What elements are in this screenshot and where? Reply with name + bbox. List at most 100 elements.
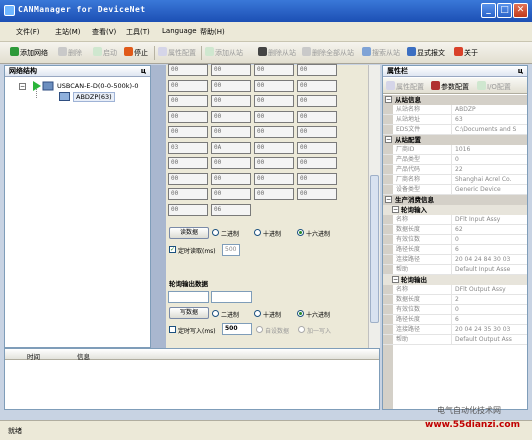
- input-data-cell[interactable]: 00: [254, 64, 294, 76]
- close-button[interactable]: ✕: [513, 3, 528, 18]
- property-row[interactable]: 帮助 Default Output Ass: [383, 335, 527, 345]
- collapse-icon[interactable]: −: [385, 196, 392, 203]
- property-row[interactable]: 厂商名称 Shanghai Acrel Co.: [383, 175, 527, 185]
- input-data-cell[interactable]: 00: [297, 95, 337, 107]
- pin-icon[interactable]: ц: [518, 66, 523, 76]
- minimize-button[interactable]: _: [481, 3, 496, 18]
- input-data-cell[interactable]: 00: [297, 188, 337, 200]
- property-row[interactable]: 厂商ID 1016: [383, 145, 527, 155]
- property-row[interactable]: 路径长度 6: [383, 245, 527, 255]
- property-row[interactable]: 从站名称 ABDZP: [383, 105, 527, 115]
- input-data-cell[interactable]: 00: [168, 79, 208, 92]
- input-data-cell[interactable]: 00: [168, 126, 208, 138]
- scroll-thumb[interactable]: [370, 175, 379, 323]
- input-data-cell[interactable]: 00: [254, 95, 294, 107]
- radio-binary-read[interactable]: [212, 229, 219, 236]
- input-data-cell[interactable]: 00: [211, 126, 251, 138]
- property-row[interactable]: 连接路径 20 04 24 84 30 03: [383, 255, 527, 265]
- property-row[interactable]: 产品类型 0: [383, 155, 527, 165]
- input-data-cell[interactable]: 00: [297, 126, 337, 138]
- radio-binary-write[interactable]: [212, 310, 219, 317]
- menu-view[interactable]: 查看(V): [92, 27, 116, 37]
- tab-param-config[interactable]: 参数配置: [431, 80, 469, 94]
- tab-io-config[interactable]: I/O配置: [477, 80, 511, 94]
- property-row[interactable]: 有效位数 0: [383, 305, 527, 315]
- tab-attr-config[interactable]: 属性配置: [386, 80, 424, 94]
- pin-icon[interactable]: ц: [141, 66, 146, 76]
- input-data-cell[interactable]: 00: [211, 79, 251, 92]
- collapse-icon[interactable]: −: [385, 96, 392, 103]
- property-category[interactable]: 从站配置: [383, 135, 527, 145]
- property-row[interactable]: 产品代码 22: [383, 165, 527, 175]
- input-data-cell[interactable]: 00: [168, 203, 208, 216]
- stop-button[interactable]: 停止: [124, 46, 148, 60]
- delete-button[interactable]: 删除: [58, 46, 82, 60]
- property-row[interactable]: 数据长度 62: [383, 225, 527, 235]
- input-data-cell[interactable]: 00: [297, 141, 337, 154]
- radio-auto-data[interactable]: [256, 326, 263, 333]
- log-col-info[interactable]: 信息: [77, 351, 90, 361]
- input-data-cell[interactable]: 0A: [211, 141, 251, 154]
- radio-hex-write[interactable]: [297, 310, 304, 317]
- input-data-cell[interactable]: 00: [211, 188, 251, 200]
- input-data-cell[interactable]: 00: [211, 64, 251, 76]
- input-data-cell[interactable]: 00: [168, 157, 208, 169]
- input-data-cell[interactable]: 00: [297, 64, 337, 76]
- radio-decimal-read[interactable]: [254, 229, 261, 236]
- property-category[interactable]: 生产消费信息: [383, 195, 527, 205]
- collapse-icon[interactable]: −: [19, 83, 26, 90]
- radio-add-one[interactable]: [298, 326, 305, 333]
- output-data-cell[interactable]: [211, 291, 252, 303]
- collapse-icon[interactable]: −: [392, 276, 399, 283]
- delete-all-slaves-button[interactable]: 删除全部从站: [302, 46, 354, 60]
- add-slave-button[interactable]: 添加从站: [205, 46, 243, 60]
- collapse-icon[interactable]: −: [385, 136, 392, 143]
- property-subcategory[interactable]: 轮询输出: [383, 275, 527, 285]
- property-row[interactable]: EDS文件 C:\Documents and S: [383, 125, 527, 135]
- attr-config-button[interactable]: 属性配置: [158, 46, 196, 60]
- input-data-cell[interactable]: 00: [254, 188, 294, 200]
- input-data-cell[interactable]: 00: [168, 172, 208, 185]
- property-subcategory[interactable]: 轮询输入: [383, 205, 527, 215]
- property-row[interactable]: 从站地址 63: [383, 115, 527, 125]
- input-data-cell[interactable]: 00: [297, 79, 337, 92]
- property-category[interactable]: 从站信息: [383, 95, 527, 105]
- maximize-button[interactable]: □: [497, 3, 512, 18]
- property-row[interactable]: 有效位数 0: [383, 235, 527, 245]
- input-data-cell[interactable]: 00: [254, 79, 294, 92]
- input-data-cell[interactable]: 00: [168, 64, 208, 76]
- input-data-cell[interactable]: 00: [168, 95, 208, 107]
- timed-write-checkbox[interactable]: [169, 326, 176, 333]
- log-col-time[interactable]: 时间: [27, 351, 40, 361]
- menu-file[interactable]: 文件(F): [16, 27, 40, 37]
- start-button[interactable]: 启动: [93, 46, 117, 60]
- radio-hex-read[interactable]: [297, 229, 304, 236]
- menu-master[interactable]: 主站(M): [55, 27, 81, 37]
- property-row[interactable]: 路径长度 6: [383, 315, 527, 325]
- input-data-cell[interactable]: 00: [254, 157, 294, 169]
- menu-help[interactable]: 帮助(H): [200, 27, 225, 37]
- collapse-icon[interactable]: −: [392, 206, 399, 213]
- input-data-cell[interactable]: 00: [254, 141, 294, 154]
- property-row[interactable]: 帮助 Default Input Asse: [383, 265, 527, 275]
- menu-language[interactable]: Language: [162, 27, 197, 35]
- input-data-cell[interactable]: 00: [211, 110, 251, 123]
- input-data-cell[interactable]: 00: [297, 157, 337, 169]
- network-root-node[interactable]: USBCAN-E-D(0-0-500k)-0: [57, 82, 139, 90]
- about-button[interactable]: 关于: [454, 46, 478, 60]
- input-data-cell[interactable]: 06: [211, 203, 251, 216]
- title-bar[interactable]: CANManager for DeviceNet _ □ ✕: [0, 0, 532, 22]
- input-data-cell[interactable]: 00: [297, 110, 337, 123]
- property-row[interactable]: 连接路径 20 04 24 35 30 03: [383, 325, 527, 335]
- input-data-cell[interactable]: 00: [254, 126, 294, 138]
- read-interval-input[interactable]: 500: [222, 244, 240, 256]
- input-data-cell[interactable]: 03: [168, 141, 208, 154]
- output-data-cell[interactable]: [168, 291, 209, 303]
- input-data-cell[interactable]: 00: [211, 95, 251, 107]
- scan-slaves-button[interactable]: 搜索从站: [362, 46, 400, 60]
- show-frames-button[interactable]: 显式报文: [407, 46, 445, 60]
- read-data-button[interactable]: 读数据: [169, 227, 209, 239]
- input-data-cell[interactable]: 00: [297, 172, 337, 185]
- input-data-cell[interactable]: 00: [168, 188, 208, 200]
- input-data-cell[interactable]: 00: [254, 172, 294, 185]
